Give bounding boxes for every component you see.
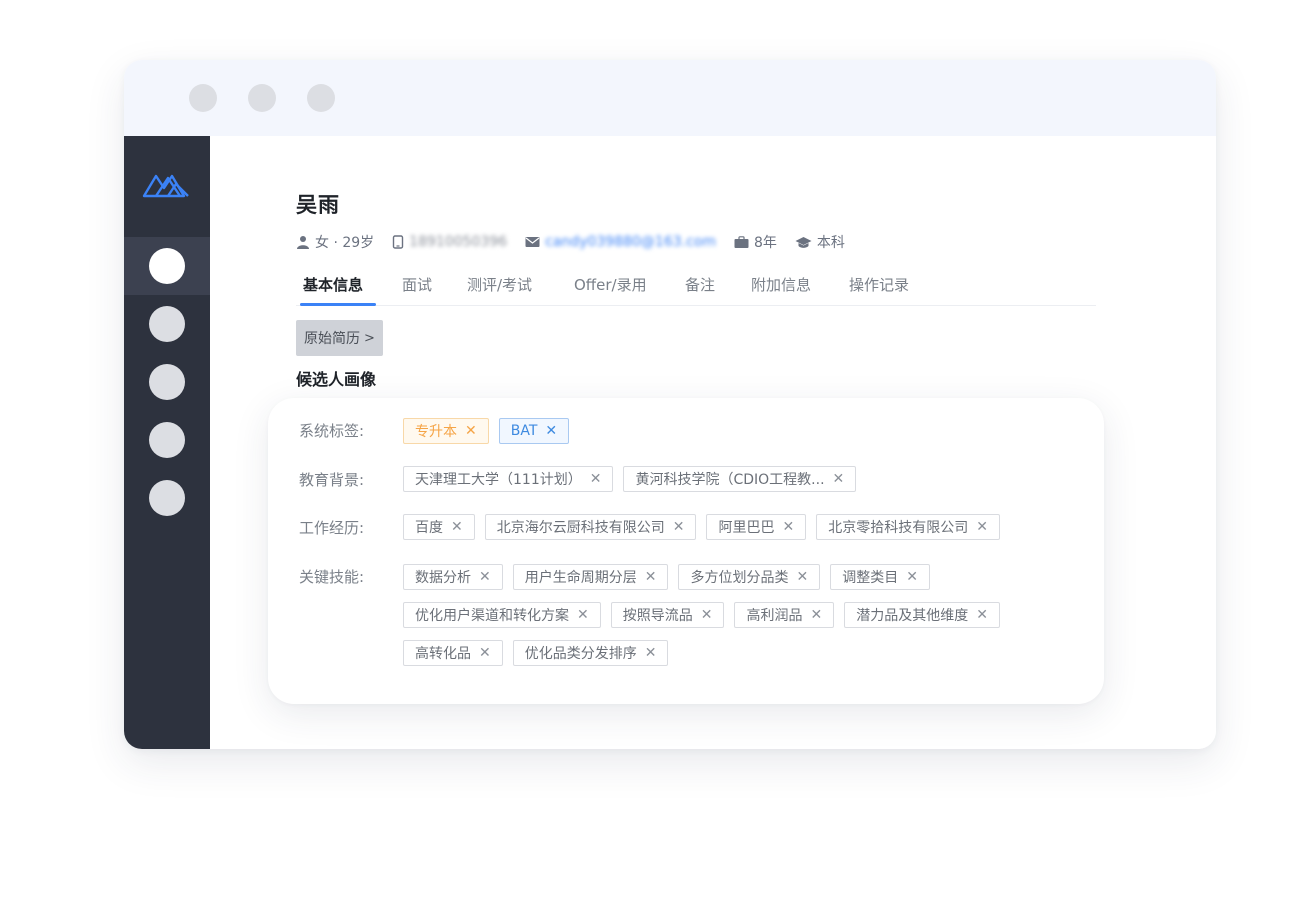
- original-resume-label: 原始简历: [304, 331, 360, 347]
- tab-basic-info[interactable]: 基本信息: [303, 274, 363, 295]
- candidate-phone: 18910050396: [409, 234, 508, 250]
- skills-tags-line-2: 优化用户渠道和转化方案 ✕ 按照导流品 ✕ 高利润品 ✕ 潜力品及其他维度 ✕: [403, 602, 1010, 628]
- phone-icon: [392, 235, 404, 249]
- user-icon: [297, 236, 309, 249]
- tab-operation-log[interactable]: 操作记录: [849, 274, 909, 295]
- tab-interview[interactable]: 面试: [402, 274, 432, 295]
- candidate-profile-title: 候选人画像: [296, 370, 377, 389]
- close-icon[interactable]: ✕: [645, 569, 657, 585]
- candidate-experience: 8年: [754, 235, 777, 251]
- key-skills-label: 关键技能:: [299, 568, 365, 586]
- skill-tag: 多方位划分品类 ✕: [678, 564, 821, 590]
- sidebar-item-2[interactable]: [149, 306, 185, 342]
- skill-tag: 用户生命周期分层 ✕: [512, 564, 669, 590]
- skill-tag: 优化用户渠道和转化方案 ✕: [403, 602, 601, 628]
- work-tag: 百度 ✕: [403, 514, 475, 540]
- tab-bar: 基本信息 面试 测评/考试 Offer/录用 备注 附加信息 操作记录: [296, 264, 1096, 306]
- close-icon[interactable]: ✕: [577, 607, 589, 623]
- mail-icon: [525, 237, 540, 247]
- tab-extra-info[interactable]: 附加信息: [751, 274, 811, 295]
- close-icon[interactable]: ✕: [976, 519, 988, 535]
- close-icon[interactable]: ✕: [590, 471, 602, 487]
- title-bar: [124, 60, 1216, 136]
- close-icon[interactable]: ✕: [451, 519, 463, 535]
- sidebar: [124, 136, 210, 749]
- window-maximize-dot[interactable]: [307, 84, 335, 112]
- sidebar-item-4[interactable]: [149, 422, 185, 458]
- candidate-email[interactable]: candy039880@163.com: [545, 234, 716, 250]
- education-tag: 天津理工大学（111计划） ✕: [403, 466, 614, 492]
- skills-tags-line-1: 数据分析 ✕ 用户生命周期分层 ✕ 多方位划分品类 ✕ 调整类目 ✕: [403, 564, 940, 590]
- skills-tags-line-3: 高转化品 ✕ 优化品类分发排序 ✕: [403, 640, 678, 666]
- education-tags-list: 天津理工大学（111计划） ✕ 黄河科技学院（CDIO工程教... ✕: [403, 466, 866, 492]
- window-close-dot[interactable]: [189, 84, 217, 112]
- system-tag: BAT ✕: [498, 418, 570, 444]
- skill-tag: 潜力品及其他维度 ✕: [844, 602, 1000, 628]
- close-icon[interactable]: ✕: [645, 645, 657, 661]
- education-tag: 黄河科技学院（CDIO工程教... ✕: [623, 466, 857, 492]
- skill-tag: 按照导流品 ✕: [610, 602, 725, 628]
- chevron-right-icon: >: [364, 330, 375, 346]
- sidebar-item-5[interactable]: [149, 480, 185, 516]
- candidate-profile-card: 系统标签: 专升本 ✕ BAT ✕ 教育背景: 天津理工大学（111计划） ✕ 黄河科…: [268, 398, 1104, 704]
- sidebar-item-3[interactable]: [149, 364, 185, 400]
- system-tags-list: 专升本 ✕ BAT ✕: [403, 418, 579, 444]
- close-icon[interactable]: ✕: [479, 569, 491, 585]
- close-icon[interactable]: ✕: [810, 607, 822, 623]
- close-icon[interactable]: ✕: [833, 471, 845, 487]
- close-icon[interactable]: ✕: [479, 645, 491, 661]
- close-icon[interactable]: ✕: [782, 519, 794, 535]
- close-icon[interactable]: ✕: [906, 569, 918, 585]
- skill-tag: 调整类目 ✕: [830, 564, 930, 590]
- work-tag: 阿里巴巴 ✕: [706, 514, 807, 540]
- close-icon[interactable]: ✕: [976, 607, 988, 623]
- briefcase-icon: [734, 235, 749, 248]
- work-history-label: 工作经历:: [299, 519, 365, 537]
- close-icon[interactable]: ✕: [545, 423, 557, 439]
- skill-tag: 高利润品 ✕: [734, 602, 835, 628]
- original-resume-button[interactable]: 原始简历 >: [296, 320, 383, 356]
- work-tag: 北京海尔云厨科技有限公司 ✕: [484, 514, 697, 540]
- close-icon[interactable]: ✕: [465, 423, 477, 439]
- candidate-meta: 女 · 29岁 18910050396 candy039880@163.com: [296, 232, 863, 252]
- candidate-gender-age: 女 · 29岁: [315, 235, 375, 251]
- skill-tag: 高转化品 ✕: [403, 640, 503, 666]
- window-minimize-dot[interactable]: [248, 84, 276, 112]
- education-label: 教育背景:: [299, 471, 365, 489]
- active-tab-indicator: [300, 303, 376, 306]
- app-window: 吴雨 女 · 29岁 18910050396 candy039880@163.c…: [124, 60, 1216, 749]
- graduation-cap-icon: [795, 236, 812, 248]
- sidebar-item-1[interactable]: [149, 248, 185, 284]
- skill-tag: 数据分析 ✕: [403, 564, 503, 590]
- work-tags-list: 百度 ✕ 北京海尔云厨科技有限公司 ✕ 阿里巴巴 ✕ 北京零拾科技有限公司 ✕: [403, 514, 1010, 540]
- tab-offer[interactable]: Offer/录用: [574, 274, 647, 295]
- close-icon[interactable]: ✕: [673, 519, 685, 535]
- tab-assessment[interactable]: 测评/考试: [467, 274, 532, 295]
- candidate-degree: 本科: [816, 235, 845, 251]
- close-icon[interactable]: ✕: [701, 607, 713, 623]
- close-icon[interactable]: ✕: [796, 569, 808, 585]
- system-tags-label: 系统标签:: [299, 422, 365, 440]
- skill-tag: 优化品类分发排序 ✕: [512, 640, 669, 666]
- app-logo-icon[interactable]: [142, 166, 194, 200]
- work-tag: 北京零拾科技有限公司 ✕: [816, 514, 1000, 540]
- tab-notes[interactable]: 备注: [685, 274, 715, 295]
- candidate-name: 吴雨: [296, 193, 340, 217]
- system-tag: 专升本 ✕: [403, 418, 489, 444]
